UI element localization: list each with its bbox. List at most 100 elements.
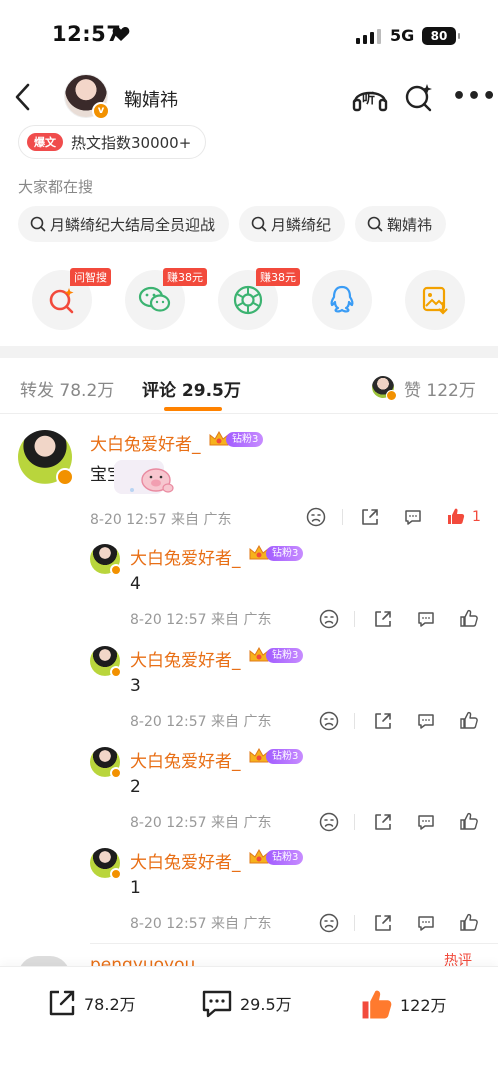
network-type: 5G: [390, 26, 415, 45]
active-tab-indicator: [164, 407, 222, 411]
avatar[interactable]: [90, 646, 122, 678]
avatar[interactable]: [90, 544, 122, 576]
wechat-icon: [138, 286, 171, 312]
ai-search-icon[interactable]: [404, 82, 434, 112]
like-button[interactable]: 122万: [360, 987, 447, 1021]
heart-icon: [112, 27, 130, 41]
bottom-action-bar: 78.2万 29.5万 122万: [0, 966, 498, 1080]
share-tag: 赚38元: [256, 268, 300, 286]
comment-username[interactable]: 大白兔爱好者_: [130, 646, 241, 671]
save-image-icon: [422, 286, 448, 315]
share-tag: 问智搜: [70, 268, 111, 286]
comment-username[interactable]: 大白兔爱好者_: [130, 747, 241, 772]
author-avatar[interactable]: v: [64, 74, 110, 120]
search-chip-label: 鞠婧祎: [387, 215, 433, 234]
search-chip[interactable]: 鞠婧祎: [355, 206, 447, 242]
fan-badge: 钻粉3: [266, 546, 304, 561]
comment-icon[interactable]: [416, 711, 436, 731]
repost-count: 78.2万: [84, 995, 136, 1014]
verified-icon: [56, 468, 74, 486]
trending-search-chips: 月鳞绮纪大结局全员迎战 月鳞绮纪 鞠婧祎: [18, 206, 447, 242]
verified-icon: [110, 564, 122, 576]
dislike-icon[interactable]: [319, 711, 339, 731]
ai-search-icon: [49, 288, 74, 314]
back-icon[interactable]: [12, 82, 34, 112]
search-chip-label: 月鳞绮纪大结局全员迎战: [50, 215, 216, 234]
search-icon: [251, 216, 267, 232]
comment-text: 4: [130, 574, 141, 594]
action-divider: [354, 713, 355, 729]
search-icon: [367, 216, 383, 232]
share-wechat[interactable]: 赚38元: [125, 268, 207, 330]
repost-button[interactable]: 78.2万: [46, 987, 136, 1019]
hot-badge: 爆文: [27, 133, 63, 151]
comment-icon[interactable]: [403, 507, 423, 527]
hot-comment-tag: 热评: [444, 953, 472, 967]
fan-badge: 钻粉3: [226, 432, 264, 447]
comment-icon[interactable]: [416, 812, 436, 832]
share-icon[interactable]: [373, 812, 393, 832]
pig-sticker-icon: [114, 460, 174, 494]
search-chip[interactable]: 月鳞绮纪: [239, 206, 346, 242]
comment-meta: 8-20 12:57 来自 广东: [130, 916, 272, 932]
share-moments[interactable]: 赚38元: [218, 268, 300, 330]
dislike-icon[interactable]: [319, 812, 339, 832]
share-icon[interactable]: [373, 609, 393, 629]
liker-avatar: [372, 376, 397, 401]
author-name[interactable]: 鞠婧祎: [124, 86, 178, 112]
comment-icon: [202, 990, 232, 1018]
dislike-icon[interactable]: [306, 507, 326, 527]
comment-username[interactable]: 大白兔爱好者_: [90, 430, 201, 455]
comment-meta: 8-20 12:57 来自 广东: [90, 512, 232, 528]
tab-likes[interactable]: 赞 122万: [404, 376, 476, 401]
trending-search-title: 大家都在搜: [18, 178, 94, 196]
share-qq[interactable]: [312, 270, 372, 330]
listen-label: 听: [362, 92, 376, 107]
like-icon[interactable]: [446, 506, 466, 526]
like-icon[interactable]: [459, 811, 479, 831]
hot-index-text: 热文指数30000+: [71, 133, 192, 152]
like-icon[interactable]: [459, 710, 479, 730]
engagement-tabs: 转发 78.2万 评论 29.5万 赞 122万: [0, 358, 498, 414]
like-icon: [362, 990, 392, 1019]
qq-icon: [330, 285, 354, 313]
comment-meta: 8-20 12:57 来自 广东: [130, 714, 272, 730]
avatar[interactable]: [90, 747, 122, 779]
action-divider: [354, 611, 355, 627]
like-icon[interactable]: [459, 608, 479, 628]
comment-text: 3: [130, 676, 141, 696]
search-chip-label: 月鳞绮纪: [271, 215, 332, 234]
share-ai-search[interactable]: 问智搜: [32, 268, 111, 330]
signal-icon: [356, 28, 381, 44]
comment-username[interactable]: 大白兔爱好者_: [130, 848, 241, 873]
avatar[interactable]: [18, 430, 74, 486]
tab-comments[interactable]: 评论 29.5万: [142, 376, 241, 401]
like-count: 122万: [400, 996, 447, 1015]
tab-repost[interactable]: 转发 78.2万: [20, 376, 114, 401]
comment-icon[interactable]: [416, 609, 436, 629]
like-icon[interactable]: [459, 912, 479, 932]
more-icon[interactable]: •••: [452, 84, 497, 109]
action-divider: [354, 915, 355, 931]
fan-badge: 钻粉3: [266, 749, 304, 764]
comment-icon[interactable]: [416, 913, 436, 933]
avatar[interactable]: [90, 848, 122, 880]
dislike-icon[interactable]: [319, 913, 339, 933]
share-save-image[interactable]: [405, 270, 465, 330]
search-icon: [30, 216, 46, 232]
verified-icon: v: [92, 102, 110, 120]
comment-meta: 8-20 12:57 来自 广东: [130, 612, 272, 628]
action-divider: [354, 814, 355, 830]
comment-button[interactable]: 29.5万: [200, 987, 292, 1019]
search-chip[interactable]: 月鳞绮纪大结局全员迎战: [18, 206, 230, 242]
share-tag: 赚38元: [163, 268, 207, 286]
repost-icon: [49, 990, 75, 1016]
share-icon[interactable]: [373, 913, 393, 933]
section-divider: [0, 346, 498, 358]
hot-index-tag[interactable]: 爆文 热文指数30000+: [18, 125, 207, 159]
share-icon[interactable]: [373, 711, 393, 731]
comment-username[interactable]: 大白兔爱好者_: [130, 544, 241, 569]
dislike-icon[interactable]: [319, 609, 339, 629]
status-bar: 12:57 5G 80: [0, 0, 498, 72]
share-icon[interactable]: [360, 507, 380, 527]
